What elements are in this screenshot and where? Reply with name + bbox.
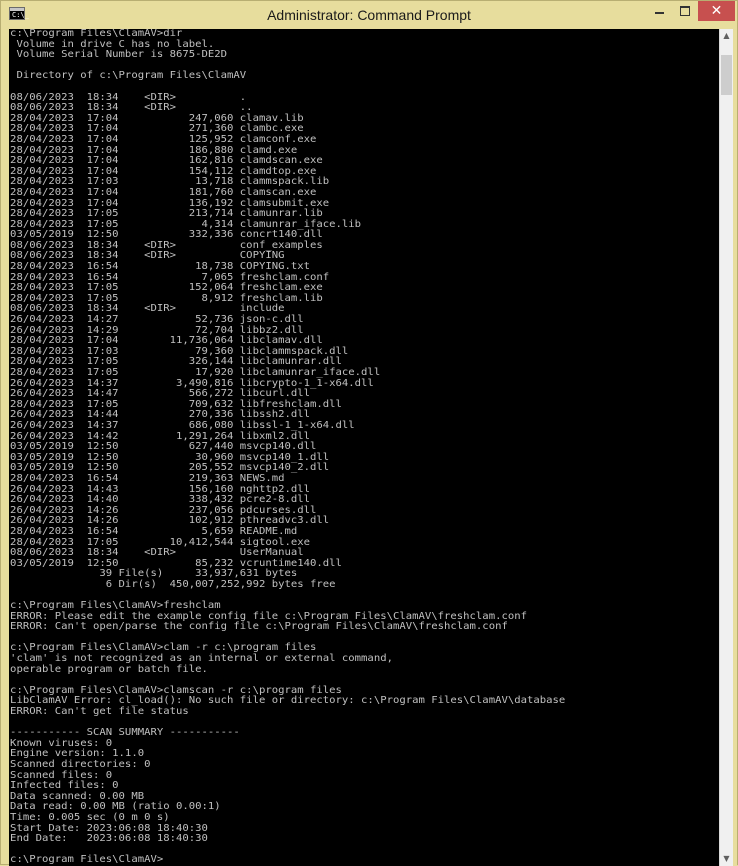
console-line: 28/04/2023 16:54 7,065 freshclam.conf xyxy=(10,271,330,283)
console-line: 28/04/2023 17:05 709,632 libfreshclam.dl… xyxy=(10,398,342,410)
console-line: Scanned directories: 0 xyxy=(10,758,151,770)
console-line: 26/04/2023 14:26 237,056 pdcurses.dll xyxy=(10,504,317,516)
console-line: 26/04/2023 14:26 102,912 pthreadvc3.dll xyxy=(10,515,330,527)
scroll-thumb[interactable] xyxy=(721,55,732,95)
console-line: 03/05/2019 12:50 205,552 msvcp140_2.dll xyxy=(10,462,330,474)
command-prompt-window: C:\_ Administrator: Command Prompt ✕ c:\… xyxy=(0,0,738,866)
console-line: 39 File(s) 33,937,631 bytes xyxy=(10,568,298,580)
console-line: 03/05/2019 12:50 332,336 concrt140.dll xyxy=(10,229,323,241)
console-line: 26/04/2023 14:27 52,736 json-c.dll xyxy=(10,314,304,326)
console-line: Start Date: 2023:06:08 18:40:30 xyxy=(10,822,208,834)
console-line: 26/04/2023 14:44 270,336 libssh2.dll xyxy=(10,409,311,421)
console-line: c:\Program Files\ClamAV> xyxy=(10,854,164,866)
console-line: 28/04/2023 17:03 79,360 libclammspack.dl… xyxy=(10,345,349,357)
console-line: 26/04/2023 14:42 1,291,264 libxml2.dll xyxy=(10,430,311,442)
scroll-up-arrow-icon[interactable]: ▲ xyxy=(720,29,733,43)
console-line: Data read: 0.00 MB (ratio 0.00:1) xyxy=(10,801,221,813)
console-line: 26/04/2023 14:29 72,704 libbz2.dll xyxy=(10,324,304,336)
console-line: Infected files: 0 xyxy=(10,780,119,792)
console-line: 28/04/2023 17:04 186,880 clamd.exe xyxy=(10,144,298,156)
console-line: 08/06/2023 18:34 <DIR> . xyxy=(10,91,247,103)
console-line: 08/06/2023 18:34 <DIR> include xyxy=(10,303,285,315)
console-line: 26/04/2023 14:43 156,160 nghttp2.dll xyxy=(10,483,311,495)
vertical-scrollbar[interactable]: ▲ ▼ xyxy=(719,29,733,866)
title-bar[interactable]: C:\_ Administrator: Command Prompt ✕ xyxy=(1,1,737,29)
console-line: 08/06/2023 18:34 <DIR> COPYING xyxy=(10,250,285,262)
console-line: 'clam' is not recognized as an internal … xyxy=(10,653,393,665)
window-title: Administrator: Command Prompt xyxy=(267,7,471,23)
console-line: Volume in drive C has no label. xyxy=(10,38,215,50)
console-line: 28/04/2023 17:03 13,718 clammspack.lib xyxy=(10,176,330,188)
console-line: 28/04/2023 17:04 271,360 clambc.exe xyxy=(10,123,304,135)
console-line: Data scanned: 0.00 MB xyxy=(10,790,145,802)
console-line: 28/04/2023 17:05 8,912 freshclam.lib xyxy=(10,292,323,304)
console-line: 28/04/2023 17:05 10,412,544 sigtool.exe xyxy=(10,536,311,548)
console-line: End Date: 2023:06:08 18:40:30 xyxy=(10,833,208,845)
console-line: 03/05/2019 12:50 30,960 msvcp140_1.dll xyxy=(10,451,330,463)
console-line: Volume Serial Number is 8675-DE2D xyxy=(10,49,228,61)
console-line: 03/05/2019 12:50 627,440 msvcp140.dll xyxy=(10,441,317,453)
console-line: LibClamAV Error: cl_load(): No such file… xyxy=(10,695,566,707)
console-line: 28/04/2023 17:04 154,112 clamdtop.exe xyxy=(10,165,317,177)
console-line: 08/06/2023 18:34 <DIR> UserManual xyxy=(10,547,304,559)
console-line: ERROR: Can't get file status xyxy=(10,706,189,717)
console-line: c:\Program Files\ClamAV>freshclam xyxy=(10,600,221,612)
console-line: 26/04/2023 14:37 686,080 libssl-1_1-x64.… xyxy=(10,419,355,431)
console-line: Known viruses: 0 xyxy=(10,737,113,749)
close-icon: ✕ xyxy=(710,3,723,19)
console-text: c:\Program Files\ClamAV>dir Volume in dr… xyxy=(9,29,719,866)
console-line: 28/04/2023 17:05 17,920 libclamunrar_ifa… xyxy=(10,367,381,378)
console-line: 28/04/2023 17:05 326,144 libclamunrar.dl… xyxy=(10,356,342,368)
console-output[interactable]: c:\Program Files\ClamAV>dir Volume in dr… xyxy=(9,29,719,866)
console-line: Directory of c:\Program Files\ClamAV xyxy=(10,70,247,82)
console-line: Scanned files: 0 xyxy=(10,769,113,781)
scroll-down-arrow-icon[interactable]: ▼ xyxy=(720,852,733,866)
console-line: ERROR: Please edit the example config fi… xyxy=(10,610,527,622)
console-line: 28/04/2023 16:54 5,659 README.md xyxy=(10,525,298,537)
console-line: 28/04/2023 17:05 4,314 clamunrar_iface.l… xyxy=(10,218,362,230)
console-line: c:\Program Files\ClamAV>clamscan -r c:\p… xyxy=(10,684,342,696)
console-line: 03/05/2019 12:50 85,232 vcruntime140.dll xyxy=(10,557,342,569)
console-line: 28/04/2023 17:04 136,192 clamsubmit.exe xyxy=(10,197,330,209)
console-line: 28/04/2023 17:05 213,714 clamunrar.lib xyxy=(10,208,323,220)
console-line: Engine version: 1.1.0 xyxy=(10,748,145,760)
close-button[interactable]: ✕ xyxy=(698,1,735,21)
console-line: 28/04/2023 17:04 125,952 clamconf.exe xyxy=(10,133,317,145)
console-line: 6 Dir(s) 450,007,252,992 bytes free xyxy=(10,578,336,590)
console-line: 28/04/2023 16:54 219,363 NEWS.md xyxy=(10,472,285,484)
minimize-button[interactable] xyxy=(646,1,672,21)
console-line: ----------- SCAN SUMMARY ----------- xyxy=(10,727,240,739)
console-line: c:\Program Files\ClamAV>clam -r c:\progr… xyxy=(10,642,317,654)
console-line: 26/04/2023 14:37 3,490,816 libcrypto-1_1… xyxy=(10,377,374,389)
console-line: 08/06/2023 18:34 <DIR> conf_examples xyxy=(10,239,323,251)
maximize-button[interactable] xyxy=(672,1,698,21)
console-line: 28/04/2023 17:05 152,064 freshclam.exe xyxy=(10,282,323,294)
console-line: operable program or batch file. xyxy=(10,663,208,675)
console-line: 28/04/2023 17:04 247,060 clamav.lib xyxy=(10,112,304,124)
console-line: 26/04/2023 14:47 566,272 libcurl.dll xyxy=(10,388,311,400)
console-line: 08/06/2023 18:34 <DIR> .. xyxy=(10,102,253,114)
console-line: 28/04/2023 16:54 18,738 COPYING.txt xyxy=(10,261,311,273)
console-line: 28/04/2023 17:04 11,736,064 libclamav.dl… xyxy=(10,335,323,347)
console-line: ERROR: Can't open/parse the config file … xyxy=(10,621,508,633)
console-line: 28/04/2023 17:04 162,816 clamdscan.exe xyxy=(10,155,323,167)
console-line: Time: 0.005 sec (0 m 0 s) xyxy=(10,811,170,823)
console-line: c:\Program Files\ClamAV>dir xyxy=(10,29,183,39)
console-line: 26/04/2023 14:40 338,432 pcre2-8.dll xyxy=(10,494,311,506)
console-line: 28/04/2023 17:04 181,760 clamscan.exe xyxy=(10,186,317,198)
window-frame xyxy=(733,29,737,866)
